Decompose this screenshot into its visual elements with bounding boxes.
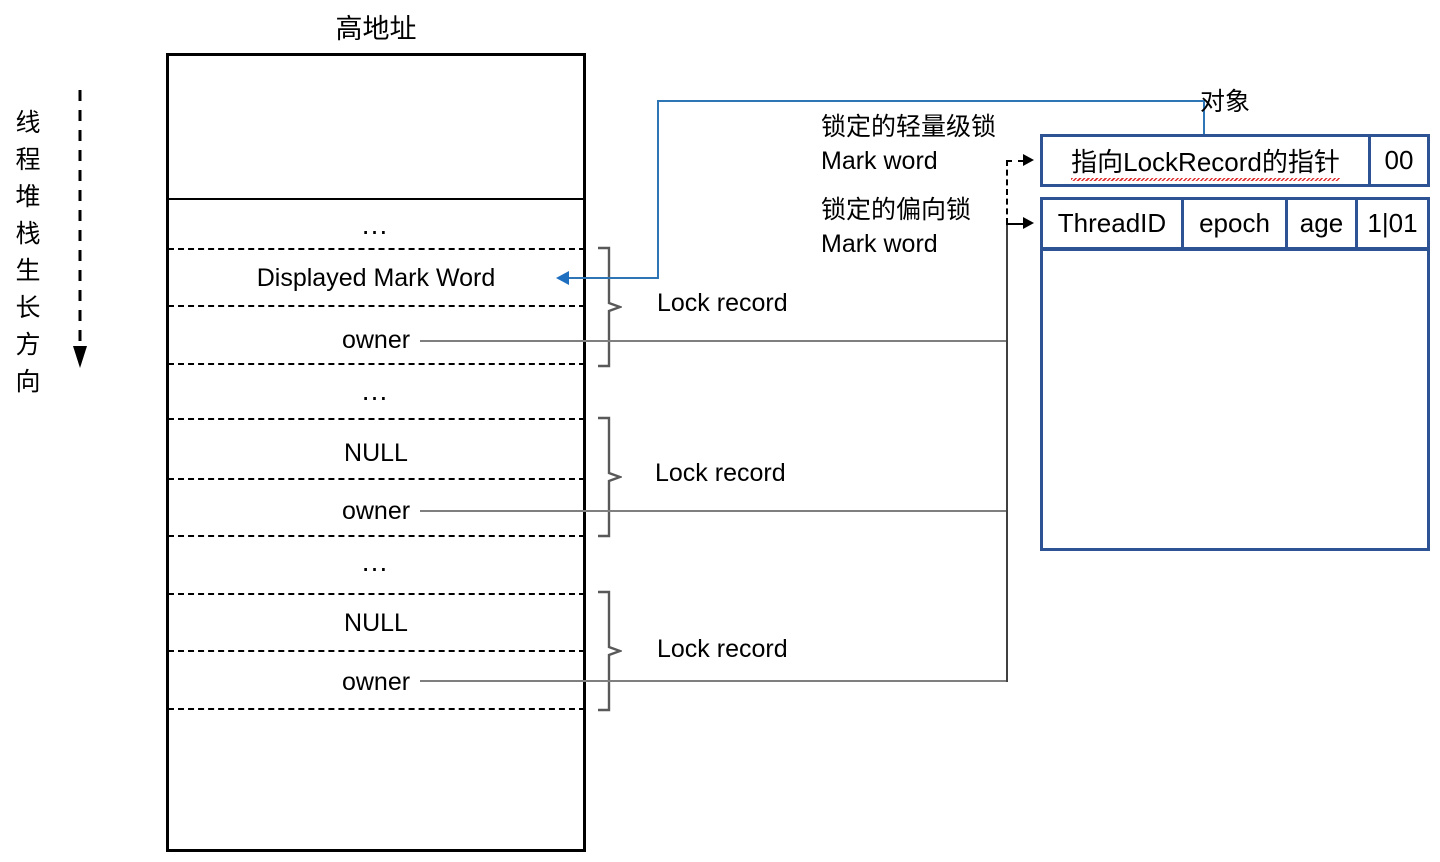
stack-divider-5 bbox=[168, 478, 585, 480]
owner-connector-line-2 bbox=[420, 510, 1008, 512]
object-connector-to-stack bbox=[569, 277, 659, 279]
stack-divider-4 bbox=[168, 418, 585, 420]
lightweight-pointer-vertical bbox=[1006, 160, 1008, 224]
stack-divider-solid bbox=[168, 198, 585, 200]
lock-record-label-1: Lock record bbox=[657, 289, 788, 317]
mark-word-lightweight-pointer-text: 指向LockRecord的指针 bbox=[1071, 142, 1340, 181]
stack-divider-9 bbox=[168, 708, 585, 710]
growth-char-1: 程 bbox=[15, 146, 41, 174]
mark-word-biased-epoch-text: epoch bbox=[1199, 208, 1270, 238]
mark-word-lightweight-box: 指向LockRecord的指针 00 bbox=[1040, 134, 1430, 187]
biased-lock-annotation: 锁定的偏向锁 Mark word bbox=[821, 196, 972, 258]
lock-record-label-2: Lock record bbox=[655, 459, 786, 487]
object-connector-arrowhead-icon bbox=[556, 271, 569, 285]
mark-word-biased-age-cell: age bbox=[1285, 200, 1355, 247]
owner-connector-line-3 bbox=[420, 680, 1008, 682]
stack-row-displayed-mark-word: Displayed Mark Word bbox=[256, 264, 496, 292]
stack-row-null-1: NULL bbox=[344, 439, 408, 467]
growth-char-2: 堆 bbox=[15, 183, 41, 211]
growth-char-0: 线 bbox=[15, 109, 41, 137]
lock-record-brace-3 bbox=[598, 590, 622, 712]
lock-record-brace-1 bbox=[598, 246, 622, 368]
stack-divider-8 bbox=[168, 650, 585, 652]
stack-row-ellipsis-1: … bbox=[360, 209, 392, 240]
lightweight-pointer-arrowhead-icon bbox=[1023, 154, 1034, 166]
stack-divider-3 bbox=[168, 363, 585, 365]
mark-word-biased-threadid-cell: ThreadID bbox=[1043, 200, 1181, 247]
object-connector-left-down bbox=[657, 100, 659, 278]
growth-char-4: 生 bbox=[15, 257, 41, 285]
mark-word-biased-tag-cell: 1|01 bbox=[1355, 200, 1427, 247]
owner-connector-line-1 bbox=[420, 340, 1008, 342]
stack-row-ellipsis-3: … bbox=[360, 546, 392, 577]
growth-char-3: 栈 bbox=[15, 220, 41, 248]
stack-row-owner-3: owner bbox=[341, 668, 411, 696]
mark-word-biased-threadid-text: ThreadID bbox=[1057, 208, 1167, 238]
mark-word-biased-age-text: age bbox=[1299, 208, 1344, 238]
growth-char-7: 向 bbox=[15, 368, 41, 396]
stack-row-null-2: NULL bbox=[344, 609, 408, 637]
stack-divider-7 bbox=[168, 593, 585, 595]
stack-growth-arrow-icon bbox=[73, 90, 87, 368]
stack-row-ellipsis-2: … bbox=[360, 375, 392, 406]
lock-record-brace-2 bbox=[598, 416, 622, 538]
object-connector-top bbox=[657, 100, 1205, 102]
mark-word-biased-epoch-cell: epoch bbox=[1181, 200, 1285, 247]
owner-connector-trunk bbox=[1006, 223, 1008, 682]
mark-word-biased-tag-text: 1|01 bbox=[1367, 208, 1418, 238]
biased-pointer-arrowhead-icon bbox=[1023, 217, 1034, 229]
mark-word-lightweight-tag-text: 00 bbox=[1384, 145, 1414, 175]
lightweight-lock-annotation: 锁定的轻量级锁 Mark word bbox=[821, 113, 997, 175]
mark-word-biased-box: ThreadID epoch age 1|01 bbox=[1040, 197, 1430, 250]
growth-char-6: 方 bbox=[15, 331, 41, 359]
stack-divider-1 bbox=[168, 248, 585, 250]
mark-word-lightweight-pointer-cell: 指向LockRecord的指针 bbox=[1043, 137, 1368, 184]
stack-divider-6 bbox=[168, 535, 585, 537]
object-label: 对象 bbox=[1200, 88, 1251, 116]
lightweight-pointer-horizontal bbox=[1006, 160, 1024, 162]
lock-record-label-3: Lock record bbox=[657, 635, 788, 663]
stack-growth-direction-label: 线 程 堆 栈 生 长 方 向 bbox=[8, 105, 48, 401]
stack-divider-2 bbox=[168, 305, 585, 307]
object-body-box bbox=[1040, 248, 1430, 551]
growth-char-5: 长 bbox=[15, 294, 41, 322]
mark-word-lightweight-tag-cell: 00 bbox=[1368, 137, 1427, 184]
biased-pointer-horizontal bbox=[1006, 223, 1024, 225]
high-address-label: 高地址 bbox=[335, 14, 417, 44]
